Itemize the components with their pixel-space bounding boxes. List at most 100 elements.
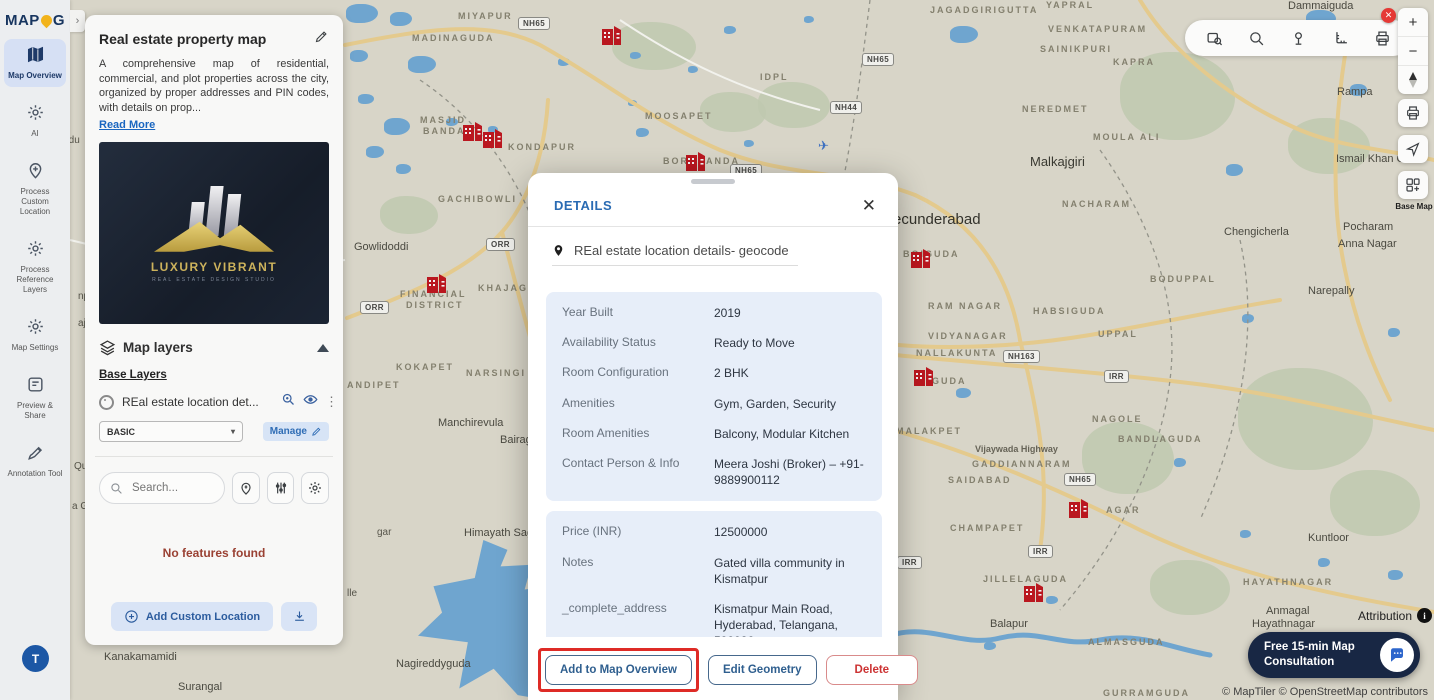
preview-icon [26, 377, 45, 398]
detail-row: Availability Status Ready to Move [546, 328, 882, 358]
sidebar-item-label: Process Reference Layers [16, 265, 54, 294]
image-logo-title: LUXURY VIBRANT [150, 259, 278, 274]
no-features-message: No features found [162, 546, 266, 561]
close-icon[interactable]: ✕ [862, 197, 876, 214]
map-layers-header[interactable]: Map layers [99, 339, 329, 356]
sidebar-item-label: Map Overview [8, 71, 62, 80]
detail-label: Amenities [562, 395, 615, 410]
app-logo[interactable]: MAP G [0, 0, 70, 29]
modal-title: DETAILS [554, 198, 613, 213]
location-marker-icon[interactable] [1290, 30, 1307, 47]
search-icon[interactable] [1248, 30, 1265, 47]
edit-pencil-icon[interactable] [314, 29, 329, 49]
detail-value: Kismatpur Main Road, Hyderabad, Telangan… [714, 601, 838, 637]
sidebar-item-label: Map Settings [11, 343, 59, 352]
manage-button[interactable]: Manage [262, 422, 329, 442]
consultation-line1: Free 15-min Map [1264, 641, 1355, 654]
map-layers-title: Map layers [123, 340, 193, 356]
consultation-button[interactable]: Free 15-min Map Consultation [1248, 632, 1420, 678]
road-badge: ORR [486, 238, 515, 251]
attribution-toggle[interactable]: Attribution i [1358, 608, 1433, 623]
detail-row: Room Amenities Balcony, Modular Kitchen [546, 419, 882, 449]
project-image: LUXURY VIBRANT REAL ESTATE DESIGN STUDIO [99, 142, 329, 325]
property-marker[interactable] [601, 24, 625, 45]
base-layers-heading: Base Layers [99, 369, 167, 382]
detail-value: 2 BHK [714, 366, 749, 381]
notification-badge[interactable]: ✕ [1381, 8, 1396, 23]
detail-row: Room Configuration 2 BHK [546, 358, 882, 388]
detail-value: Gym, Garden, Security [714, 396, 837, 411]
layer-visibility-eye-icon[interactable] [303, 392, 318, 412]
zoom-in-button[interactable]: + [1398, 8, 1428, 37]
sidebar-item-label: Preview & Share [16, 401, 53, 420]
map-search-icon[interactable] [1206, 30, 1223, 47]
basemap-control [1398, 171, 1428, 199]
sidebar-item-process-custom-location[interactable]: Process Custom Location [4, 155, 66, 223]
detail-label: Availability Status [562, 335, 656, 350]
map-print-button[interactable] [1398, 99, 1428, 127]
add-custom-location-button[interactable]: Add Custom Location [110, 602, 274, 631]
read-more-link[interactable]: Read More [99, 119, 155, 131]
base-style-dropdown[interactable]: BASIC ▾ [99, 421, 243, 443]
zoom-to-layer-icon[interactable] [281, 392, 296, 412]
sidebar-item-map-overview[interactable]: Map Overview [4, 39, 66, 87]
detail-value: Gated villa community in Kismatpur [714, 555, 845, 586]
detail-section: Year Built 2019 Availability Status Ready t… [546, 292, 882, 502]
details-modal: DETAILS ✕ REal estate location details- … [528, 173, 919, 700]
add-location-icon [125, 610, 138, 623]
property-marker[interactable] [685, 150, 709, 171]
search-input[interactable] [130, 481, 214, 496]
detail-label: _complete_address [562, 600, 667, 615]
property-marker[interactable] [913, 365, 937, 386]
sidebar-item-annotation-tool[interactable]: Annotation Tool [4, 437, 66, 485]
property-marker[interactable] [1068, 497, 1092, 518]
detail-label: Room Amenities [562, 425, 650, 440]
gear-icon [26, 105, 45, 126]
settings-button[interactable] [301, 472, 330, 505]
detail-row: Contact Person & Info Meera Joshi (Broker… [546, 449, 882, 495]
pen-icon [26, 446, 45, 466]
collapse-arrow-icon[interactable] [317, 343, 329, 352]
detail-value: 2019 [714, 306, 741, 320]
delete-button[interactable]: Delete [825, 655, 919, 685]
locate-control [1398, 135, 1428, 163]
layer-row[interactable]: REal estate location det... [99, 392, 329, 412]
panel-collapse-button[interactable]: › [70, 10, 85, 32]
highlight-box: Add to Map Overview [538, 648, 699, 692]
sidebar-item-preview-share[interactable]: Preview & Share [4, 369, 66, 427]
road-badge: NH65 [518, 17, 551, 30]
sidebar-item-map-settings[interactable]: Map Settings [4, 311, 66, 359]
pin-plus-icon [26, 163, 45, 184]
road-badge: IRR [897, 556, 922, 569]
measure-icon[interactable] [1332, 30, 1349, 47]
filters-button[interactable] [266, 472, 295, 505]
locate-tool-button[interactable] [232, 472, 260, 505]
navigate-arrow-button[interactable] [1398, 135, 1428, 163]
download-button[interactable] [281, 602, 318, 631]
property-marker[interactable] [1023, 581, 1047, 602]
user-avatar[interactable]: T [22, 645, 49, 672]
zoom-out-button[interactable]: − [1398, 37, 1428, 66]
print-icon[interactable] [1374, 30, 1391, 47]
road-badge: NH163 [1003, 350, 1040, 363]
property-marker[interactable] [426, 272, 450, 293]
edit-geometry-button[interactable]: Edit Geometry [707, 655, 817, 685]
base-map-button[interactable] [1398, 171, 1428, 199]
property-marker[interactable] [910, 247, 934, 268]
sidebar-nav: Map Overview AI Process Custom Location Pro… [0, 39, 70, 485]
road-badge: IRR [1028, 545, 1053, 558]
layer-menu-icon[interactable] [325, 399, 329, 406]
details-scroll-area[interactable]: Year Built 2019 Availability Status Ready t… [546, 292, 882, 637]
modal-drag-handle[interactable] [691, 179, 735, 184]
add-to-map-overview-button[interactable]: Add to Map Overview [545, 655, 692, 685]
detail-value: Meera Joshi (Broker) – +91-9889900112 [714, 456, 864, 488]
consultation-line2: Consultation [1264, 656, 1335, 668]
location-name: REal estate location details- geocode [574, 243, 789, 258]
sidebar-item-process-reference-layers[interactable]: Process Reference Layers [4, 233, 66, 301]
layer-pin-icon [99, 394, 114, 410]
feature-search[interactable] [99, 472, 225, 505]
property-marker[interactable] [482, 127, 506, 148]
compass-button[interactable] [1398, 66, 1428, 94]
sidebar-item-ai[interactable]: AI [4, 97, 66, 145]
map-toolbar [1185, 20, 1411, 56]
